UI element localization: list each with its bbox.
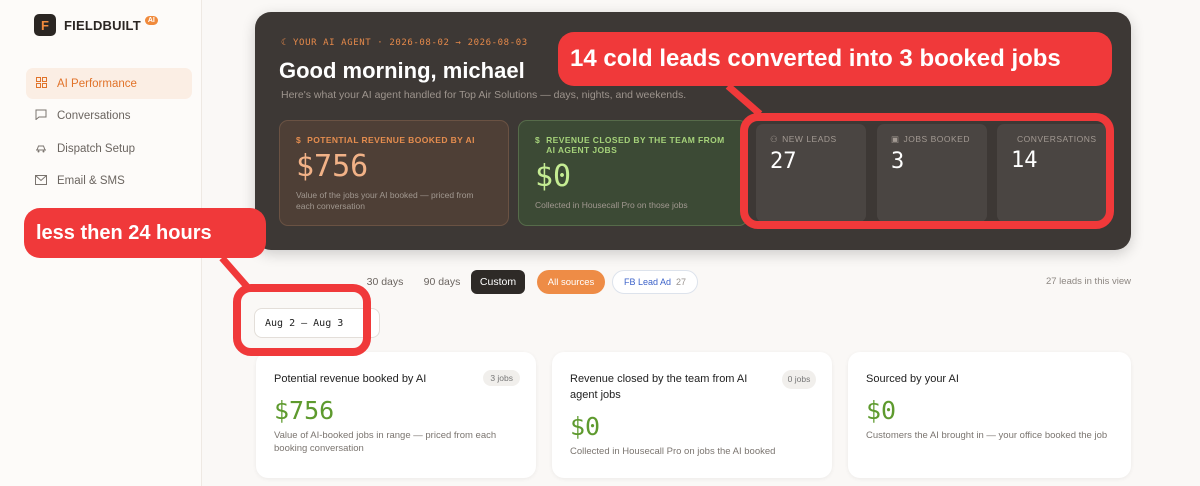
card-note: Customers the AI brought in — your offic…	[866, 429, 1108, 441]
fb-lead-ad-filter[interactable]: FB Lead Ad 27	[612, 270, 698, 294]
range-custom-button[interactable]: Custom	[471, 270, 525, 294]
hero-meta: ☾ YOUR AI AGENT · 2026-08-02 → 2026-08-03	[281, 38, 528, 48]
filter-bar: 30 days 90 days Custom All sources FB Le…	[254, 270, 1131, 294]
truck-icon	[35, 142, 47, 156]
conversations-tile: CONVERSATIONS 14	[997, 124, 1107, 222]
jobs-count-badge: 0 jobs	[782, 370, 816, 390]
card-note: Value of AI-booked jobs in range — price…	[274, 429, 497, 455]
card-value: $756	[274, 395, 335, 425]
new-leads-label: NEW LEADS	[782, 134, 837, 144]
sidebar-item-ai-performance[interactable]: AI Performance	[26, 68, 192, 99]
greeting-title: Good morning, michael	[279, 58, 525, 83]
ai-revenue-summary-card: Potential revenue booked by AI 3 jobs $7…	[256, 352, 536, 478]
card-value: $0	[866, 395, 897, 425]
user-plus-icon: ⚇	[770, 134, 779, 144]
conversations-label: CONVERSATIONS	[1017, 134, 1097, 144]
team-revenue-value: $0	[535, 159, 572, 194]
ai-revenue-label: POTENTIAL REVENUE BOOKED BY AI	[307, 135, 475, 145]
agent-date-range: YOUR AI AGENT · 2026-08-02 → 2026-08-03	[293, 38, 528, 48]
ai-revenue-value: $756	[296, 149, 369, 184]
callout-top: 14 cold leads converted into 3 booked jo…	[558, 32, 1112, 86]
range-30-days-button[interactable]: 30 days	[360, 270, 410, 294]
left-callout-pointer	[219, 255, 253, 293]
sidebar-item-dispatch-setup[interactable]: Dispatch Setup	[26, 133, 192, 164]
team-revenue-label: REVENUE CLOSED BY THE TEAM FROM AI AGENT…	[546, 135, 725, 155]
jobs-count-badge: 3 jobs	[483, 370, 520, 386]
greeting-subtitle: Here's what your AI agent handled for To…	[281, 89, 687, 101]
callout-left: less then 24 hours	[24, 208, 266, 258]
sidebar-nav: AI Performance Conversations Dispatch Se…	[26, 68, 192, 198]
team-revenue-summary-card: Revenue closed by the team from AI agent…	[552, 352, 832, 478]
sidebar-item-label: Conversations	[57, 110, 131, 122]
range-90-days-button[interactable]: 90 days	[417, 270, 467, 294]
grid-icon	[35, 76, 47, 91]
all-sources-filter[interactable]: All sources	[537, 270, 605, 294]
sidebar-item-label: Email & SMS	[57, 175, 125, 187]
ai-revenue-note: Value of the jobs your AI booked — price…	[296, 190, 474, 212]
logo-icon: F	[34, 14, 56, 36]
new-leads-value: 27	[770, 149, 797, 174]
sourced-by-ai-card: Sourced by your AI $0 Customers the AI b…	[848, 352, 1131, 478]
jobs-booked-value: 3	[891, 149, 905, 174]
brand[interactable]: F FIELDBUILT AI	[34, 14, 158, 36]
source-name: FB Lead Ad	[623, 277, 672, 287]
mail-icon	[35, 174, 47, 188]
sidebar-item-conversations[interactable]: Conversations	[26, 101, 192, 132]
sidebar-item-email-sms[interactable]: Email & SMS	[26, 166, 192, 197]
calendar-icon: ▣	[891, 134, 900, 144]
sidebar-item-label: AI Performance	[57, 77, 137, 90]
date-range-picker[interactable]: Aug 2 – Aug 3	[254, 308, 380, 338]
leads-in-view-count: 27 leads in this view	[1045, 276, 1131, 287]
card-title: Sourced by your AI	[866, 373, 959, 385]
dollar-icon: $	[296, 135, 302, 145]
card-note: Collected in Housecall Pro on jobs the A…	[570, 445, 776, 457]
team-revenue-note: Collected in Housecall Pro on those jobs	[535, 200, 688, 210]
brand-ai-badge: AI	[144, 15, 158, 25]
ai-revenue-card: $ POTENTIAL REVENUE BOOKED BY AI $756 Val…	[279, 120, 509, 226]
card-value: $0	[570, 411, 601, 441]
conversations-value: 14	[1011, 148, 1038, 173]
brand-name: FIELDBUILT	[64, 17, 141, 33]
jobs-booked-tile: ▣ JOBS BOOKED 3	[877, 124, 987, 222]
dollar-icon: $	[535, 135, 541, 145]
card-title: Revenue closed by the team from AI agent…	[570, 373, 748, 401]
card-title: Potential revenue booked by AI	[274, 373, 427, 385]
jobs-booked-label: JOBS BOOKED	[903, 134, 970, 144]
source-count: 27	[676, 277, 687, 287]
moon-icon: ☾	[281, 38, 288, 48]
team-revenue-card: $ REVENUE CLOSED BY THE TEAM FROM AI AGEN…	[518, 120, 748, 226]
chat-icon	[35, 109, 47, 123]
new-leads-tile: ⚇ NEW LEADS 27	[756, 124, 866, 222]
sidebar-item-label: Dispatch Setup	[57, 142, 135, 155]
